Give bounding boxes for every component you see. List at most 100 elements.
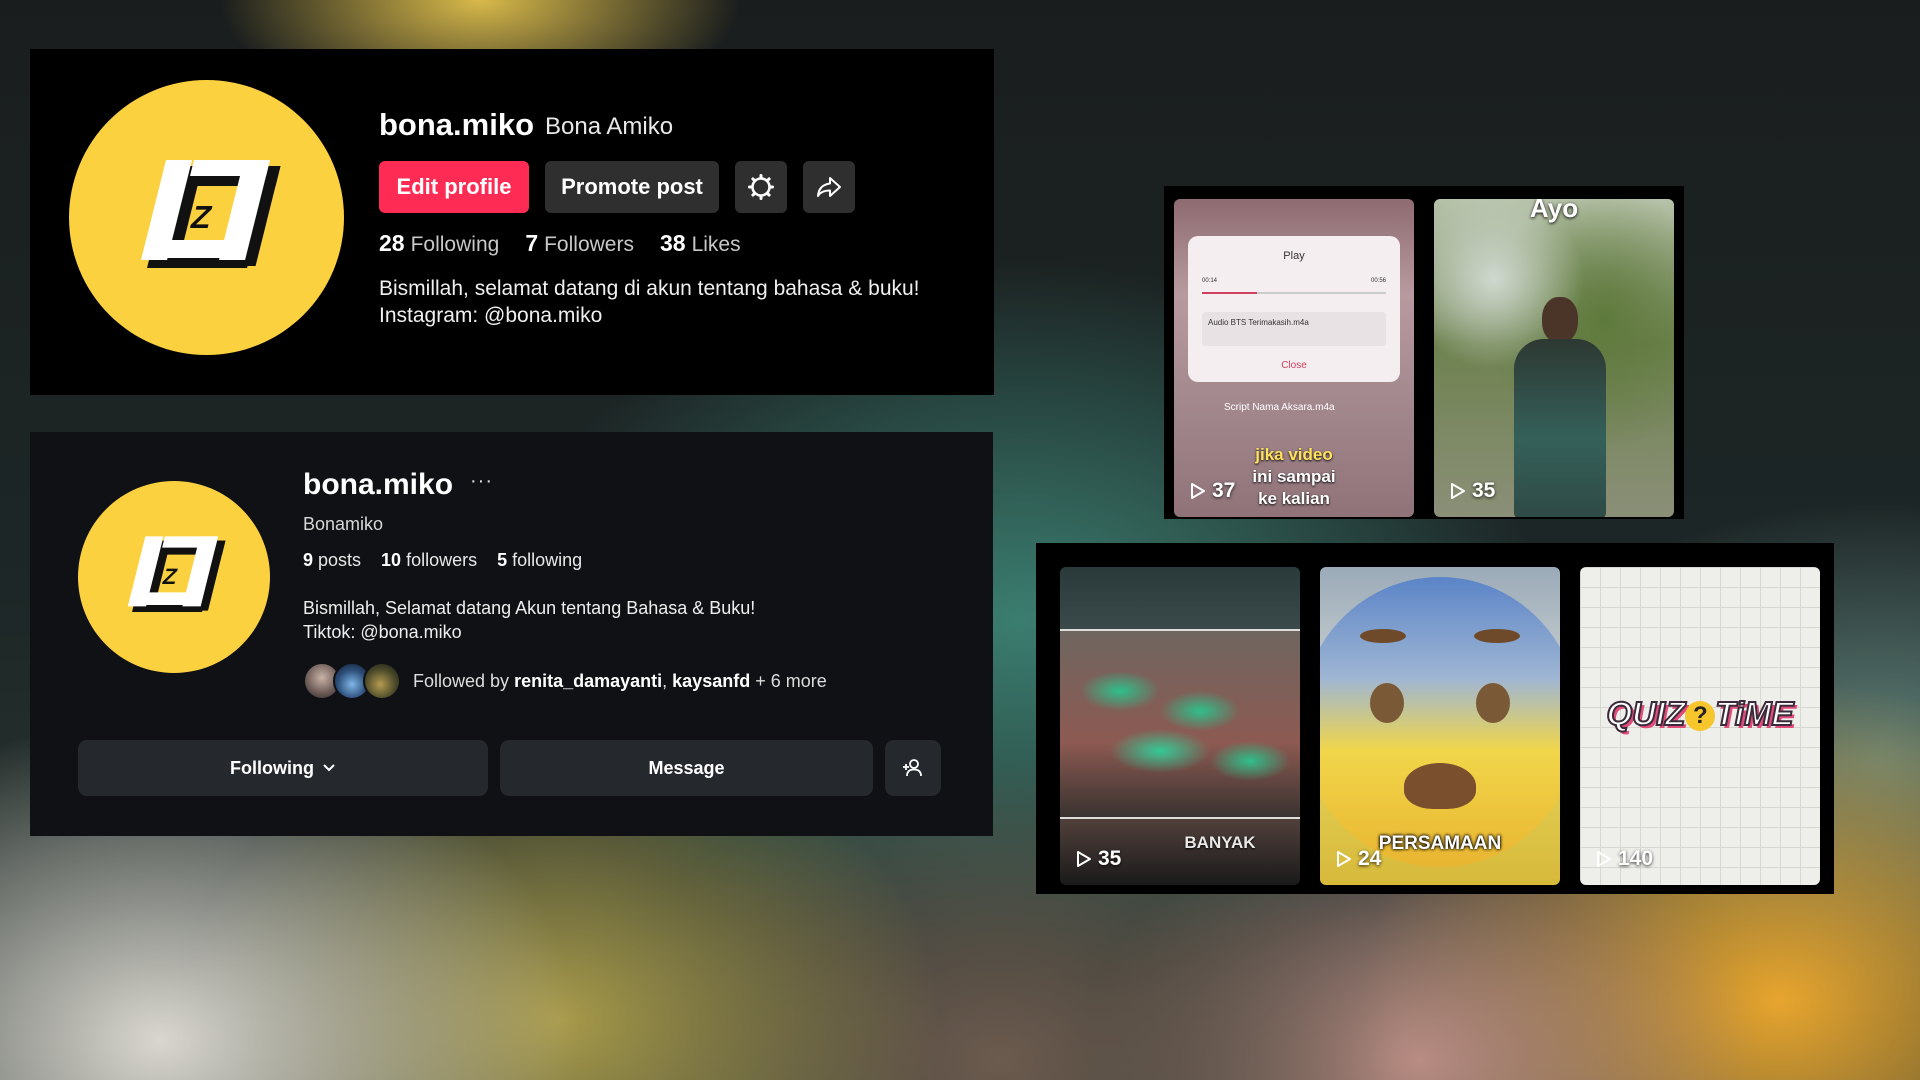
video-thumbnail[interactable]: PERSAMAAN 24: [1320, 567, 1560, 885]
video-caption: Ayo: [1529, 199, 1579, 223]
dialog-time-end: 00:56: [1370, 278, 1386, 284]
quiz-title: QUIZ? TiME: [1580, 694, 1820, 733]
play-icon: [1451, 483, 1465, 499]
video-grid-top: Play 00:14 00:56 Audio BTS Terimakasih.m…: [1164, 186, 1684, 519]
video-grid-bottom: BANYAK 35 PERSAMAAN 24 QUIZ? TiME 140: [1036, 543, 1834, 894]
tiktok-profile-card: Z bona.miko Bona Amiko Edit profile Prom…: [30, 49, 994, 395]
view-count-value: 35: [1472, 479, 1496, 502]
bio-line: Bismillah, Selamat datang Akun tentang B…: [303, 598, 756, 618]
following-label: Following: [410, 233, 500, 256]
dialog-close: Close: [1281, 360, 1307, 371]
bio-line: Tiktok: @bona.miko: [303, 622, 462, 642]
tiktok-username: bona.miko: [379, 107, 535, 142]
followed-by-prefix: Followed by: [413, 670, 510, 691]
followers-label: followers: [406, 550, 478, 570]
bio-line: Instagram: @bona.miko: [379, 304, 603, 327]
caption-line: jika video: [1255, 445, 1333, 464]
following-count: 28: [379, 230, 405, 256]
view-count-value: 24: [1358, 847, 1382, 870]
tiktok-bio: Bismillah, selamat datang di akun tentan…: [379, 275, 920, 329]
follower-link[interactable]: renita_damayanti: [514, 671, 662, 691]
instagram-profile-card: Z bona.miko ··· Bonamiko 9 posts 10 follow…: [30, 432, 993, 836]
video-caption: BANYAK: [1184, 833, 1256, 852]
emoji-mouth: [1404, 763, 1476, 809]
settings-icon: [748, 174, 774, 200]
emoji-eye: [1476, 683, 1510, 723]
play-icon: [1191, 483, 1205, 499]
followed-by-more: + 6 more: [755, 670, 827, 691]
quiz-title-right: TiME: [1714, 694, 1794, 733]
dialog-title: Play: [1283, 250, 1305, 262]
followers-stat[interactable]: 10 followers: [381, 550, 477, 571]
posts-count: 9: [303, 550, 314, 570]
video-thumbnail[interactable]: BANYAK 35: [1060, 567, 1300, 885]
play-icon: [1597, 851, 1611, 867]
emoji-brow: [1360, 629, 1406, 643]
likes-label: Likes: [691, 233, 741, 256]
dialog-progress: [1202, 292, 1386, 294]
follower-link[interactable]: kaysanfd: [672, 671, 750, 691]
view-count: 35: [1076, 847, 1121, 871]
followers-label: Followers: [544, 233, 634, 256]
more-icon[interactable]: ···: [470, 470, 493, 493]
followed-by[interactable]: Followed by renita_damayanti, kaysanfd +…: [303, 662, 827, 700]
promote-post-button[interactable]: Promote post: [545, 161, 719, 213]
settings-button[interactable]: [735, 161, 787, 213]
view-count: 24: [1336, 847, 1381, 871]
view-count: 140: [1596, 847, 1653, 871]
followed-by-text: Followed by renita_damayanti, kaysanfd +…: [413, 671, 827, 692]
view-count: 35: [1450, 479, 1495, 503]
instagram-avatar[interactable]: Z: [78, 481, 270, 673]
play-icon: [1077, 851, 1091, 867]
follower-avatar: [363, 662, 401, 700]
question-mark-icon: ?: [1685, 701, 1716, 732]
avatar-logo-icon: Z: [140, 159, 281, 268]
group-photo: [1060, 629, 1300, 819]
view-count: 37: [1190, 479, 1235, 503]
share-profile-button[interactable]: [803, 161, 855, 213]
following-count: 5: [497, 550, 508, 570]
followers-stat[interactable]: 7 Followers: [525, 230, 634, 257]
following-stat[interactable]: 28 Following: [379, 230, 499, 257]
following-label: following: [512, 550, 583, 570]
edit-profile-button[interactable]: Edit profile: [379, 161, 529, 213]
person-body: [1514, 339, 1606, 517]
dialog-file-name: Audio BTS Terimakasih.m4a: [1208, 318, 1309, 327]
following-button-label: Following: [230, 757, 314, 778]
dialog-time-start: 00:14: [1202, 278, 1218, 284]
followed-by-separator: ,: [662, 670, 668, 691]
video-thumbnail[interactable]: Ayo 35: [1434, 199, 1674, 517]
tiktok-nickname: Bona Amiko: [545, 113, 674, 140]
emoji-eye: [1370, 683, 1404, 723]
avatar-logo-icon: Z: [127, 536, 226, 612]
instagram-stats: 9 posts 10 followers 5 following: [303, 550, 582, 571]
person-head: [1542, 297, 1578, 343]
instagram-bio: Bismillah, Selamat datang Akun tentang B…: [303, 596, 755, 644]
chevron-down-icon: [323, 764, 335, 772]
followers-count: 10: [381, 550, 402, 570]
bio-line: Bismillah, selamat datang di akun tentan…: [379, 277, 920, 300]
add-user-icon: [903, 759, 922, 777]
posts-label: posts: [318, 550, 362, 570]
following-button[interactable]: Following: [78, 740, 488, 796]
followers-count: 7: [525, 230, 539, 256]
posts-stat: 9 posts: [303, 550, 361, 571]
emoji-brow: [1474, 629, 1520, 643]
add-user-button[interactable]: [885, 740, 941, 796]
message-button[interactable]: Message: [500, 740, 873, 796]
video-thumbnail[interactable]: QUIZ? TiME 140: [1580, 567, 1820, 885]
view-count-value: 37: [1212, 479, 1236, 502]
instagram-username: bona.miko: [303, 468, 454, 501]
play-dialog: Play 00:14 00:56 Audio BTS Terimakasih.m…: [1188, 236, 1400, 382]
share-icon: [817, 177, 841, 197]
quiz-title-left: QUIZ: [1605, 694, 1686, 733]
view-count-value: 35: [1098, 847, 1122, 870]
view-count-value: 140: [1618, 847, 1654, 870]
tiktok-stats: 28 Following 7 Followers 38 Likes: [379, 230, 741, 257]
likes-count: 38: [659, 230, 686, 256]
tiktok-avatar[interactable]: Z: [69, 80, 344, 355]
following-stat[interactable]: 5 following: [497, 550, 582, 571]
likes-stat: 38 Likes: [660, 230, 741, 257]
video-thumbnail[interactable]: Play 00:14 00:56 Audio BTS Terimakasih.m…: [1174, 199, 1414, 517]
emoji-face: [1320, 577, 1560, 867]
